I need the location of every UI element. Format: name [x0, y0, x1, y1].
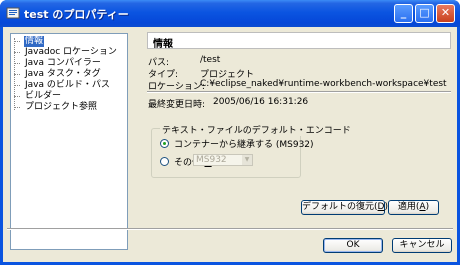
inherit-encoding-radio[interactable] [160, 139, 169, 148]
window-title: test のプロパティー [24, 8, 129, 21]
maximize-icon: □ [419, 6, 430, 19]
tree-item-label: プロジェクト参照 [25, 102, 98, 112]
inherit-encoding-label[interactable]: コンテナーから継承する (MS932) [174, 137, 314, 150]
cancel-button[interactable]: キャンセル [392, 238, 452, 253]
encoding-group-label: テキスト・ファイルのデフォルト・エンコード [160, 123, 353, 136]
tree-item-label: ビルダー [25, 91, 62, 101]
encoding-group: テキスト・ファイルのデフォルト・エンコード コンテナーから継承する (MS932… [151, 123, 353, 178]
properties-window: test のプロパティー _ □ ✕ 情報 Javadoc ロケーション Jav… [0, 0, 460, 265]
chevron-down-icon[interactable]: ▼ [242, 155, 252, 165]
restore-defaults-button[interactable]: デフォルトの復元(D) [301, 200, 388, 215]
cancel-label: キャンセル [399, 240, 445, 250]
tree-item-label: Javadoc ロケーション [25, 47, 117, 57]
tree-item-label: Java コンパイラー [25, 58, 101, 68]
dialog-client-area: 情報 Javadoc ロケーション Java コンパイラー Java タスク・タ… [3, 27, 457, 262]
last-modified-value: 2005/06/16 16:31:26 [213, 97, 309, 107]
page-header: 情報 [147, 32, 451, 50]
tree-branch-line [14, 52, 20, 53]
close-icon: ✕ [440, 6, 451, 19]
property-page-tree[interactable]: 情報 Javadoc ロケーション Java コンパイラー Java タスク・タ… [10, 33, 128, 250]
page-title: 情報 [153, 39, 173, 50]
tree-branch-line [14, 107, 20, 108]
tree-item-label: 情報 [24, 36, 45, 47]
tree-branch-line [14, 85, 20, 86]
tree-branch-line [14, 41, 20, 42]
restore-label: デフォルトの復元( [302, 202, 378, 212]
minimize-icon: _ [400, 6, 407, 19]
tree-branch-line [14, 63, 20, 64]
apply-label: 適用( [397, 202, 420, 212]
title-bar[interactable]: test のプロパティー _ □ ✕ [0, 0, 460, 27]
other-encoding-radio[interactable] [160, 157, 169, 166]
minimize-button[interactable]: _ [394, 4, 413, 23]
location-value: C:¥eclipse_naked¥runtime-workbench-works… [200, 79, 447, 89]
tree-item-label: Java のビルド・パス [25, 80, 110, 90]
tree-item-label: Java タスク・タグ [25, 69, 101, 79]
close-button[interactable]: ✕ [436, 4, 455, 23]
properties-app-icon [6, 7, 20, 19]
apply-label-suffix: ) [425, 202, 430, 212]
path-value: /test [200, 55, 221, 65]
separator [147, 91, 451, 93]
maximize-button[interactable]: □ [415, 4, 434, 23]
other-encoding-combo[interactable]: MS932 ▼ [193, 154, 253, 166]
other-encoding-value: MS932 [196, 155, 227, 165]
last-modified-label: 最終変更日時: [148, 100, 206, 110]
apply-button[interactable]: 適用(A) [388, 200, 439, 215]
tree-branch-line [14, 96, 20, 97]
footer-separator [7, 228, 453, 230]
ok-label: OK [346, 240, 360, 250]
tree-branch-line [14, 74, 20, 75]
radio-selected-dot [163, 142, 166, 145]
ok-button[interactable]: OK [323, 238, 383, 253]
